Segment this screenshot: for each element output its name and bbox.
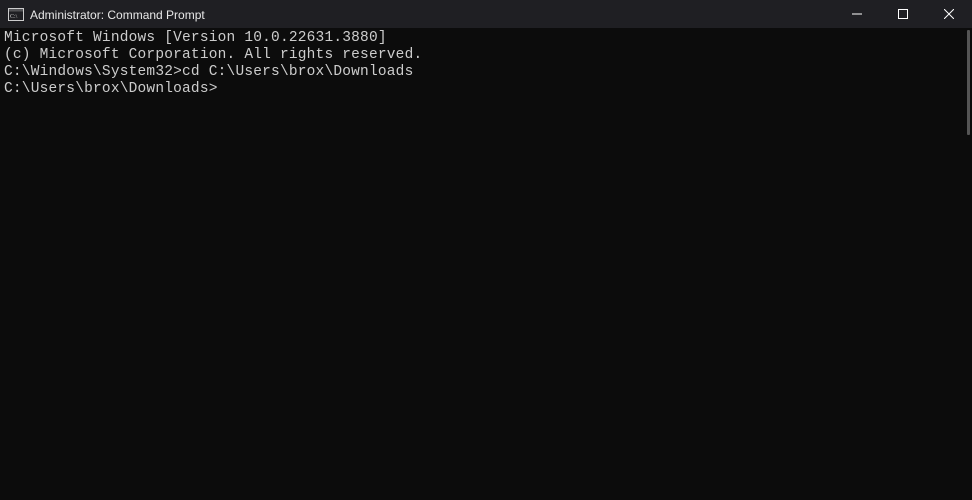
prompt: C:\Users\brox\Downloads>: [4, 81, 218, 97]
cmd-icon: C:\: [8, 7, 24, 21]
command-text: cd C:\Users\brox\Downloads: [182, 64, 413, 80]
terminal-line: Microsoft Windows [Version 10.0.22631.38…: [4, 30, 968, 47]
prompt: C:\Windows\System32>: [4, 64, 182, 80]
maximize-button[interactable]: [880, 0, 926, 28]
minimize-icon: [852, 9, 862, 19]
close-icon: [944, 9, 954, 19]
maximize-icon: [898, 9, 908, 19]
terminal-output[interactable]: Microsoft Windows [Version 10.0.22631.38…: [0, 28, 972, 500]
scrollbar-thumb[interactable]: [967, 30, 970, 135]
window-controls: [834, 0, 972, 28]
terminal-line: (c) Microsoft Corporation. All rights re…: [4, 47, 968, 64]
svg-text:C:\: C:\: [10, 14, 18, 20]
window-title: Administrator: Command Prompt: [30, 7, 834, 22]
titlebar[interactable]: C:\ Administrator: Command Prompt: [0, 0, 972, 28]
terminal-line: C:\Users\brox\Downloads>: [4, 81, 968, 98]
close-button[interactable]: [926, 0, 972, 28]
minimize-button[interactable]: [834, 0, 880, 28]
terminal-line: C:\Windows\System32>cd C:\Users\brox\Dow…: [4, 64, 968, 81]
